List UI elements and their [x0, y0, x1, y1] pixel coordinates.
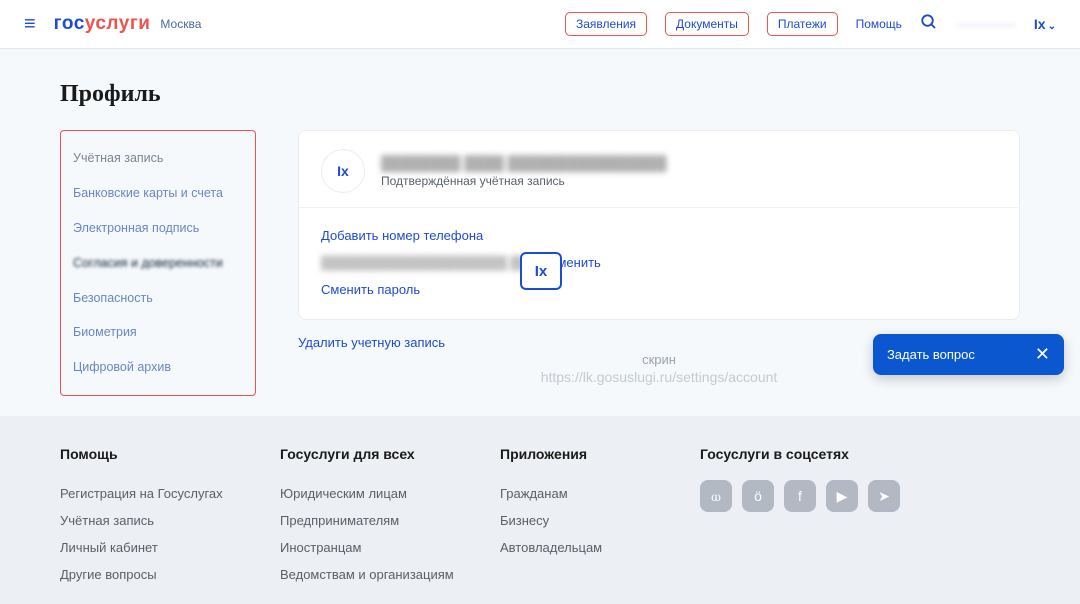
watermark-badge: Ix [520, 252, 562, 290]
youtube-icon[interactable]: ▶ [826, 480, 858, 512]
footer-link[interactable]: Ведомствам и организациям [280, 561, 480, 588]
delete-account-link[interactable]: Удалить учетную запись [298, 335, 445, 350]
footer-link[interactable]: Бизнесу [500, 507, 680, 534]
vk-icon[interactable]: ⲱ [700, 480, 732, 512]
user-name-blur: ████████ ████ ████████████████ [381, 155, 667, 171]
nav-documents[interactable]: Документы [665, 12, 749, 36]
footer-link[interactable]: Предпринимателям [280, 507, 480, 534]
sidebar-item-cards[interactable]: Банковские карты и счета [73, 176, 243, 211]
menu-button[interactable]: ≡ [24, 13, 36, 36]
footer-link[interactable]: Личный кабинет [60, 534, 260, 561]
sidebar-item-consents[interactable]: Согласия и доверенности [73, 246, 243, 281]
sidebar: Учётная запись Банковские карты и счета … [60, 130, 256, 396]
sidebar-item-signature[interactable]: Электронная подпись [73, 211, 243, 246]
footer-h-social: Госуслуги в соцсетях [700, 446, 920, 462]
sidebar-item-security[interactable]: Безопасность [73, 281, 243, 316]
footer-h-help: Помощь [60, 446, 260, 462]
footer-link[interactable]: Гражданам [500, 480, 680, 507]
profile-card: Ix ████████ ████ ████████████████ Подтве… [298, 130, 1020, 320]
footer-link[interactable]: Регистрация на Госуслугах [60, 480, 260, 507]
change-password-link[interactable]: Сменить пароль [321, 282, 420, 297]
sidebar-item-biometry[interactable]: Биометрия [73, 315, 243, 350]
sidebar-item-account[interactable]: Учётная запись [73, 141, 243, 176]
nav-payments[interactable]: Платежи [767, 12, 838, 36]
telegram-icon[interactable]: ➤ [868, 480, 900, 512]
page-title: Профиль [60, 81, 1020, 108]
nav-help[interactable]: Помощь [856, 17, 902, 31]
account-status: Подтверждённая учётная запись [381, 174, 667, 188]
footer-h-apps: Приложения [500, 446, 680, 462]
nav-applications[interactable]: Заявления [565, 12, 647, 36]
close-icon[interactable]: ✕ [1035, 344, 1050, 365]
topbar: ≡ госуслуги Москва Заявления Документы П… [0, 0, 1080, 49]
ok-icon[interactable]: ӧ [742, 480, 774, 512]
user-menu[interactable]: Ix⌄ [1034, 16, 1056, 32]
ask-question-label: Задать вопрос [887, 347, 975, 362]
email-blur: █████████████████████.██ [321, 256, 528, 270]
footer-link[interactable]: Автовладельцам [500, 534, 680, 561]
region-selector[interactable]: Москва [160, 17, 201, 31]
facebook-icon[interactable]: f [784, 480, 816, 512]
ask-question-toast[interactable]: Задать вопрос ✕ [873, 334, 1064, 375]
footer-link[interactable]: Учётная запись [60, 507, 260, 534]
footer: Помощь Регистрация на Госуслугах Учётная… [0, 416, 1080, 604]
search-icon[interactable] [920, 13, 938, 36]
chevron-down-icon: ⌄ [1048, 21, 1056, 32]
greeting-blur: ————— [956, 17, 1016, 31]
avatar: Ix [321, 149, 365, 193]
add-phone-link[interactable]: Добавить номер телефона [321, 228, 483, 243]
footer-h-all: Госуслуги для всех [280, 446, 480, 462]
logo[interactable]: госуслуги [54, 13, 151, 35]
footer-link[interactable]: Иностранцам [280, 534, 480, 561]
footer-link[interactable]: Другие вопросы [60, 561, 260, 588]
footer-link[interactable]: Юридическим лицам [280, 480, 480, 507]
sidebar-item-archive[interactable]: Цифровой архив [73, 350, 243, 385]
